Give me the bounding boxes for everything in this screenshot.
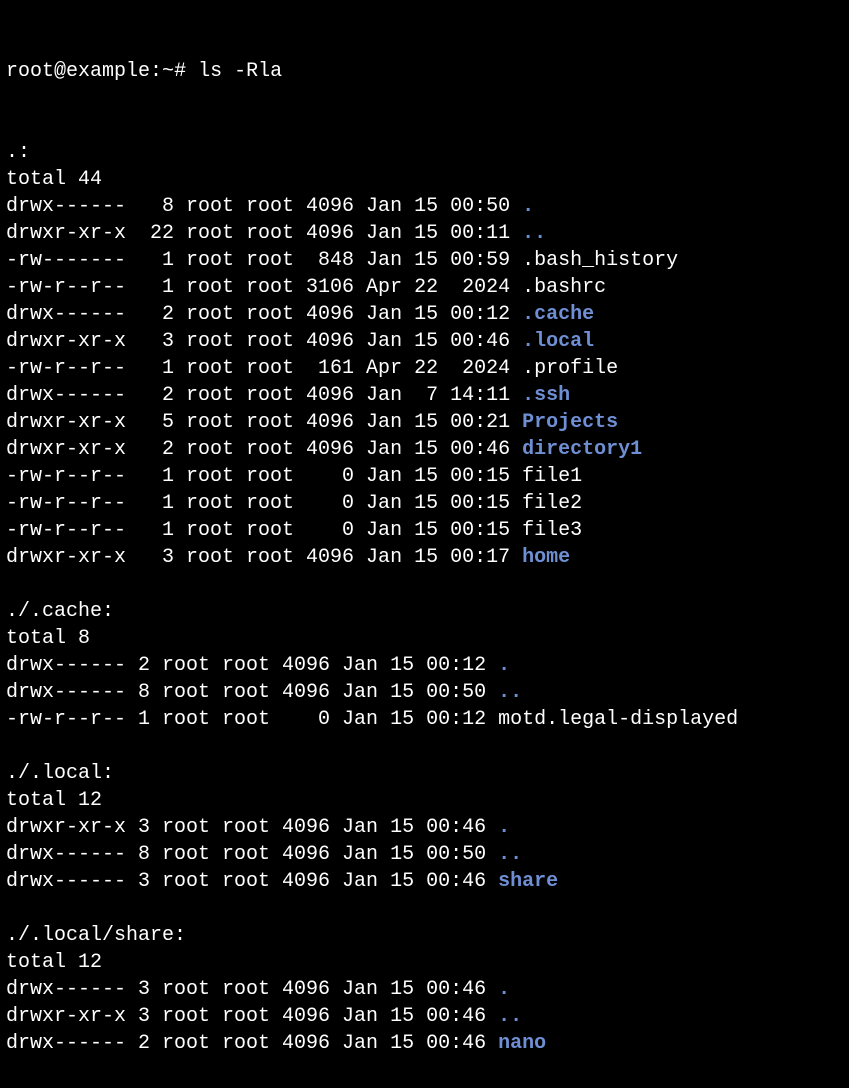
section-total: total 44 — [6, 166, 843, 193]
ls-row: -rw-r--r-- 1 root root 3106 Apr 22 2024 … — [6, 274, 843, 301]
ls-dir-name: . — [498, 654, 510, 677]
ls-row-meta: drwx------ 2 root root 4096 Jan 7 14:11 — [6, 384, 522, 407]
section-header: ./.local/share: — [6, 922, 843, 949]
ls-row-meta: drwx------ 8 root root 4096 Jan 15 00:50 — [6, 843, 498, 866]
ls-row: -rw-r--r-- 1 root root 0 Jan 15 00:15 fi… — [6, 517, 843, 544]
ls-dir-name: .cache — [522, 303, 594, 326]
ls-row-meta: -rw-r--r-- 1 root root 0 Jan 15 00:15 — [6, 519, 522, 542]
ls-row: -rw------- 1 root root 848 Jan 15 00:59 … — [6, 247, 843, 274]
blank-line — [6, 733, 843, 760]
ls-row-meta: -rw-r--r-- 1 root root 0 Jan 15 00:12 — [6, 708, 498, 731]
ls-row-meta: drwxr-xr-x 3 root root 4096 Jan 15 00:46 — [6, 330, 522, 353]
ls-file-name: .bash_history — [522, 249, 678, 272]
section-header: ./.cache: — [6, 598, 843, 625]
ls-dir-name: . — [522, 195, 534, 218]
ls-row: drwxr-xr-x 3 root root 4096 Jan 15 00:46… — [6, 328, 843, 355]
ls-file-name: .profile — [522, 357, 618, 380]
section-total: total 8 — [6, 625, 843, 652]
ls-dir-name: directory1 — [522, 438, 642, 461]
ls-output: .:total 44drwx------ 8 root root 4096 Ja… — [6, 139, 843, 1057]
section-total: total 12 — [6, 787, 843, 814]
ls-row: drwxr-xr-x 22 root root 4096 Jan 15 00:1… — [6, 220, 843, 247]
ls-row: -rw-r--r-- 1 root root 161 Apr 22 2024 .… — [6, 355, 843, 382]
ls-dir-name: .. — [522, 222, 546, 245]
ls-file-name: .bashrc — [522, 276, 606, 299]
ls-row: drwx------ 3 root root 4096 Jan 15 00:46… — [6, 868, 843, 895]
ls-row-meta: drwxr-xr-x 22 root root 4096 Jan 15 00:1… — [6, 222, 522, 245]
ls-row-meta: drwxr-xr-x 3 root root 4096 Jan 15 00:46 — [6, 816, 498, 839]
ls-row: drwx------ 8 root root 4096 Jan 15 00:50… — [6, 193, 843, 220]
ls-file-name: file3 — [522, 519, 582, 542]
ls-row: -rw-r--r-- 1 root root 0 Jan 15 00:12 mo… — [6, 706, 843, 733]
ls-row-meta: drwx------ 2 root root 4096 Jan 15 00:46 — [6, 1032, 498, 1055]
prompt-cwd: ~ — [162, 60, 174, 83]
ls-row-meta: -rw-r--r-- 1 root root 161 Apr 22 2024 — [6, 357, 522, 380]
section-header: .: — [6, 139, 843, 166]
ls-row: drwx------ 2 root root 4096 Jan 15 00:46… — [6, 1030, 843, 1057]
ls-dir-name: . — [498, 816, 510, 839]
prompt-line: root@example:~# ls -Rla — [6, 58, 843, 85]
ls-row-meta: drwxr-xr-x 3 root root 4096 Jan 15 00:17 — [6, 546, 522, 569]
section-header: ./.local: — [6, 760, 843, 787]
ls-file-name: file2 — [522, 492, 582, 515]
ls-row-meta: drwxr-xr-x 3 root root 4096 Jan 15 00:46 — [6, 1005, 498, 1028]
ls-row: -rw-r--r-- 1 root root 0 Jan 15 00:15 fi… — [6, 463, 843, 490]
terminal-output[interactable]: root@example:~# ls -Rla .:total 44drwx--… — [0, 0, 849, 1088]
ls-dir-name: .. — [498, 843, 522, 866]
ls-row: drwx------ 8 root root 4096 Jan 15 00:50… — [6, 679, 843, 706]
ls-row-meta: drwx------ 8 root root 4096 Jan 15 00:50 — [6, 681, 498, 704]
prompt-command: ls -Rla — [198, 60, 282, 83]
ls-row-meta: -rw-r--r-- 1 root root 3106 Apr 22 2024 — [6, 276, 522, 299]
ls-row: drwx------ 2 root root 4096 Jan 15 00:12… — [6, 301, 843, 328]
ls-row: drwx------ 2 root root 4096 Jan 7 14:11 … — [6, 382, 843, 409]
ls-row-meta: -rw------- 1 root root 848 Jan 15 00:59 — [6, 249, 522, 272]
ls-row: drwx------ 3 root root 4096 Jan 15 00:46… — [6, 976, 843, 1003]
prompt-hash: # — [174, 60, 186, 83]
ls-row: drwxr-xr-x 3 root root 4096 Jan 15 00:17… — [6, 544, 843, 571]
ls-file-name: motd.legal-displayed — [498, 708, 738, 731]
ls-row: drwxr-xr-x 3 root root 4096 Jan 15 00:46… — [6, 1003, 843, 1030]
ls-dir-name: share — [498, 870, 558, 893]
ls-row: drwx------ 8 root root 4096 Jan 15 00:50… — [6, 841, 843, 868]
ls-dir-name: .ssh — [522, 384, 570, 407]
ls-dir-name: Projects — [522, 411, 618, 434]
ls-row: drwxr-xr-x 3 root root 4096 Jan 15 00:46… — [6, 814, 843, 841]
ls-row-meta: drwx------ 3 root root 4096 Jan 15 00:46 — [6, 870, 498, 893]
prompt-user-host: root@example — [6, 60, 150, 83]
ls-row: drwxr-xr-x 5 root root 4096 Jan 15 00:21… — [6, 409, 843, 436]
ls-row-meta: -rw-r--r-- 1 root root 0 Jan 15 00:15 — [6, 465, 522, 488]
ls-row-meta: drwx------ 8 root root 4096 Jan 15 00:50 — [6, 195, 522, 218]
ls-row-meta: drwxr-xr-x 2 root root 4096 Jan 15 00:46 — [6, 438, 522, 461]
ls-dir-name: nano — [498, 1032, 546, 1055]
ls-row-meta: -rw-r--r-- 1 root root 0 Jan 15 00:15 — [6, 492, 522, 515]
ls-row: -rw-r--r-- 1 root root 0 Jan 15 00:15 fi… — [6, 490, 843, 517]
ls-row-meta: drwx------ 2 root root 4096 Jan 15 00:12 — [6, 654, 498, 677]
ls-row: drwxr-xr-x 2 root root 4096 Jan 15 00:46… — [6, 436, 843, 463]
ls-dir-name: . — [498, 978, 510, 1001]
ls-dir-name: .. — [498, 1005, 522, 1028]
ls-row: drwx------ 2 root root 4096 Jan 15 00:12… — [6, 652, 843, 679]
ls-row-meta: drwxr-xr-x 5 root root 4096 Jan 15 00:21 — [6, 411, 522, 434]
ls-dir-name: .. — [498, 681, 522, 704]
blank-line — [6, 895, 843, 922]
ls-dir-name: home — [522, 546, 570, 569]
blank-line — [6, 571, 843, 598]
ls-file-name: file1 — [522, 465, 582, 488]
ls-row-meta: drwx------ 3 root root 4096 Jan 15 00:46 — [6, 978, 498, 1001]
section-total: total 12 — [6, 949, 843, 976]
ls-row-meta: drwx------ 2 root root 4096 Jan 15 00:12 — [6, 303, 522, 326]
ls-dir-name: .local — [522, 330, 594, 353]
